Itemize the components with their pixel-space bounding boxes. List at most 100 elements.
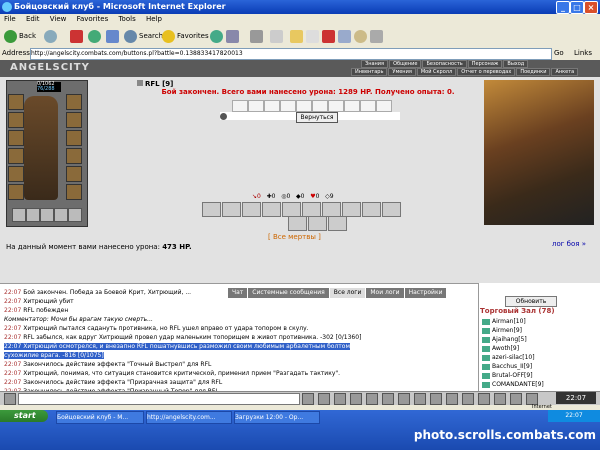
toolbar-icon[interactable]	[446, 393, 458, 405]
tab-all-logs[interactable]: Все логи	[329, 288, 366, 298]
stop-button[interactable]	[70, 28, 85, 44]
belt-slot[interactable]	[12, 208, 26, 222]
forward-button[interactable]	[44, 28, 59, 44]
equip-slot[interactable]	[8, 184, 24, 200]
tab-chat[interactable]: Чат	[228, 288, 248, 298]
ability-icon[interactable]	[382, 202, 401, 217]
toolbar-icon[interactable]	[398, 393, 410, 405]
action-slot[interactable]	[312, 100, 328, 112]
equip-slot[interactable]	[8, 148, 24, 164]
roster-user[interactable]: Airman[10]	[482, 318, 526, 325]
ability-icon[interactable]	[342, 202, 361, 217]
roster-user[interactable]: azeri-silac[10]	[482, 354, 535, 361]
roster-user[interactable]: Brutal-OFF[9]	[482, 372, 533, 379]
task-button[interactable]: Загрузки 12:00 - Op...	[234, 411, 320, 424]
nav-skills[interactable]: Умения	[388, 68, 416, 76]
search-button[interactable]: Search	[124, 28, 163, 44]
roster-user[interactable]: Ajaihang[5]	[482, 336, 527, 343]
maximize-button[interactable]: □	[570, 1, 584, 14]
action-slot[interactable]	[376, 100, 392, 112]
toolbar-icon[interactable]	[318, 393, 330, 405]
chat-input[interactable]	[18, 393, 300, 405]
tab-system-messages[interactable]: Системные сообщения	[248, 288, 329, 298]
action-slot[interactable]	[360, 100, 376, 112]
ability-icon[interactable]	[282, 202, 301, 217]
equip-slot[interactable]	[66, 184, 82, 200]
tools-button[interactable]	[370, 28, 385, 44]
k-button[interactable]	[306, 28, 321, 44]
equip-slot[interactable]	[66, 94, 82, 110]
menu-help[interactable]: Help	[146, 15, 162, 23]
menu-edit[interactable]: Edit	[26, 15, 40, 23]
favorites-button[interactable]: Favorites	[162, 28, 209, 44]
person-button[interactable]	[354, 28, 369, 44]
menu-favorites[interactable]: Favorites	[77, 15, 109, 23]
paint-button[interactable]	[338, 28, 353, 44]
toolbar-icon[interactable]	[366, 393, 378, 405]
roster-user[interactable]: Bacchus_II[9]	[482, 363, 532, 370]
belt-slot[interactable]	[26, 208, 40, 222]
nav-fights[interactable]: Поединки	[516, 68, 551, 76]
toolbar-icon[interactable]	[302, 393, 314, 405]
equip-slot[interactable]	[8, 130, 24, 146]
nav-profile[interactable]: Анкета	[551, 68, 579, 76]
nav-security[interactable]: Безопасность	[422, 60, 467, 68]
nav-scroll[interactable]: Мой Скролл	[416, 68, 457, 76]
equip-slot[interactable]	[66, 130, 82, 146]
close-button[interactable]: ×	[584, 1, 598, 14]
ability-icon[interactable]	[202, 202, 221, 217]
roster-user[interactable]: Airmen[9]	[482, 327, 522, 334]
equip-slot[interactable]	[66, 112, 82, 128]
action-slot[interactable]	[232, 100, 248, 112]
address-input[interactable]: http://angelscity.combats.com/buttons.pl…	[30, 48, 552, 60]
nav-exit[interactable]: Выход	[503, 60, 529, 68]
toolbar-icon[interactable]	[462, 393, 474, 405]
history-button[interactable]	[210, 28, 225, 44]
equip-slot[interactable]	[66, 166, 82, 182]
belt-slot[interactable]	[54, 208, 68, 222]
nav-inventory[interactable]: Инвентарь	[351, 68, 388, 76]
nav-transfers[interactable]: Отчет о переводах	[457, 68, 516, 76]
links-button[interactable]: Links	[574, 47, 592, 60]
action-slot[interactable]	[264, 100, 280, 112]
ability-icon[interactable]	[302, 202, 321, 217]
action-slot[interactable]	[280, 100, 296, 112]
roster-user[interactable]: Awoth[9]	[482, 345, 519, 352]
roster-user[interactable]: COMANDANTE[9]	[482, 381, 544, 388]
task-button[interactable]: Бойцовский клуб - M...	[56, 411, 144, 424]
action-slot[interactable]	[296, 100, 312, 112]
refresh-roster-button[interactable]: Обновить	[505, 296, 557, 307]
start-button[interactable]: start	[0, 410, 48, 422]
action-slot[interactable]	[344, 100, 360, 112]
task-button[interactable]: http://angelscity.com...	[146, 411, 232, 424]
nav-chat[interactable]: Общение	[389, 60, 422, 68]
home-button[interactable]	[106, 28, 121, 44]
nav-knowledge[interactable]: Знания	[361, 60, 389, 68]
ability-icon[interactable]	[328, 216, 347, 231]
menu-tools[interactable]: Tools	[118, 15, 135, 23]
return-button[interactable]: Вернуться	[296, 112, 338, 123]
edit-button[interactable]	[270, 28, 285, 44]
action-slot[interactable]	[328, 100, 344, 112]
ability-icon[interactable]	[322, 202, 341, 217]
toolbar-icon[interactable]	[430, 393, 442, 405]
menu-file[interactable]: File	[4, 15, 16, 23]
folder-button[interactable]	[290, 28, 305, 44]
go-button[interactable]: Go	[554, 47, 564, 60]
player-name[interactable]: RFL [9]	[137, 80, 173, 88]
equip-slot[interactable]	[66, 148, 82, 164]
action-slot[interactable]	[248, 100, 264, 112]
print-button[interactable]	[250, 28, 265, 44]
ability-icon[interactable]	[362, 202, 381, 217]
tab-settings[interactable]: Настройки	[404, 288, 447, 298]
belt-slot[interactable]	[40, 208, 54, 222]
tab-my-logs[interactable]: Мои логи	[366, 288, 404, 298]
ability-icon[interactable]	[242, 202, 261, 217]
toolbar-icon[interactable]	[494, 393, 506, 405]
chat-icon[interactable]	[4, 393, 16, 405]
toolbar-icon[interactable]	[382, 393, 394, 405]
ability-icon[interactable]	[288, 216, 307, 231]
ability-icon[interactable]	[262, 202, 281, 217]
toolbar-icon[interactable]	[414, 393, 426, 405]
cleaner-button[interactable]	[322, 28, 337, 44]
